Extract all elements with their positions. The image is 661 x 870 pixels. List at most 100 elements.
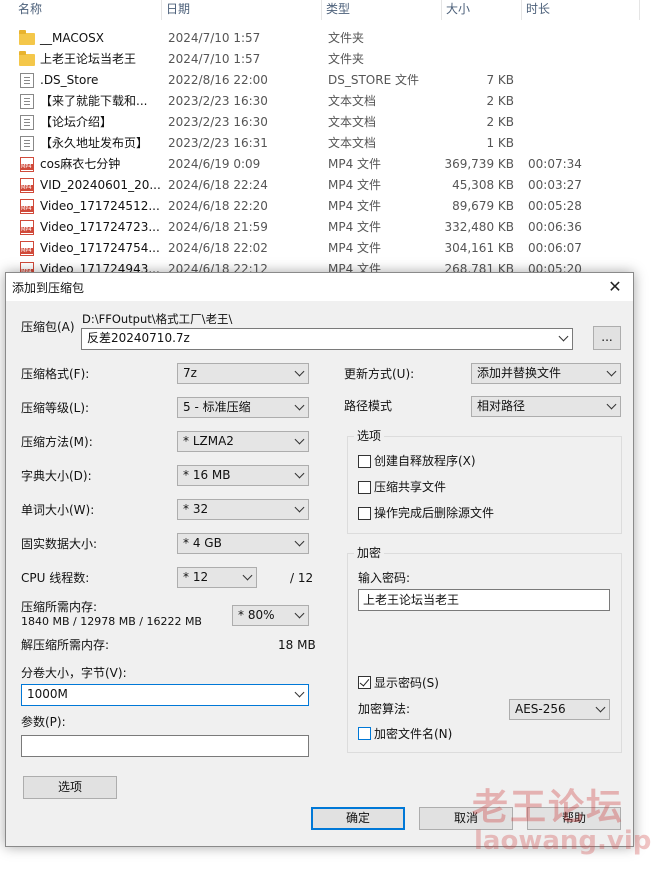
word-value: * 32 [183,502,209,516]
file-name: VID_20240601_20... [40,178,161,192]
ok-button[interactable]: 确定 [311,807,405,830]
encryption-method-label: 加密算法: [358,702,411,716]
file-duration: 00:07:34 [528,157,582,171]
column-header-type[interactable]: 类型 [322,0,442,20]
solid-label: 固实数据大小: [21,537,98,551]
mp4-icon [20,157,34,172]
chevron-down-icon [242,570,253,581]
file-row[interactable]: __MACOSX 2024/7/10 1:57 文件夹 [0,28,661,49]
file-size: 7 KB [486,73,514,87]
document-icon [20,94,34,109]
file-name: Video_171724754... [40,241,160,255]
file-type: MP4 文件 [328,199,382,213]
file-row[interactable]: Video_171724512... 2024/6/18 22:20 MP4 文件 8… [0,196,661,217]
chevron-down-icon [294,502,305,513]
chevron-down-icon [294,536,305,547]
method-label: 压缩方法(M): [21,435,93,449]
archive-name-combo[interactable]: 反差20240710.7z [81,328,573,350]
file-type: 文本文档 [328,94,377,108]
create-sfx-label: 创建自释放程序(X) [374,454,476,468]
chevron-down-icon [606,399,617,410]
show-password-checkbox[interactable] [358,676,371,689]
file-row[interactable]: 【来了就能下载和... 2023/2/23 16:30 文本文档 2 KB [0,91,661,112]
file-name: 上老王论坛当老王 [40,52,137,66]
column-header-size[interactable]: 大小 [442,0,522,20]
mp4-icon [20,199,34,214]
solid-value: * 4 GB [183,536,222,550]
file-size: 2 KB [486,94,514,108]
params-label: 参数(P): [21,715,66,729]
file-type: 文本文档 [328,136,377,150]
title-bar[interactable]: 添加到压缩包 ✕ [6,273,633,301]
method-value: * LZMA2 [183,434,234,448]
update-select[interactable]: 添加并替换文件 [471,363,621,384]
dict-select[interactable]: * 16 MB [177,465,309,486]
share-files-label: 压缩共享文件 [374,480,447,494]
file-date: 2024/6/18 22:02 [168,241,268,255]
encryption-method-select[interactable]: AES-256 [509,699,610,720]
file-row[interactable]: 【永久地址发布页】 2023/2/23 16:31 文本文档 1 KB [0,133,661,154]
file-date: 2022/8/16 22:00 [168,73,268,87]
options-button[interactable]: 选项 [23,776,117,799]
file-size: 369,739 KB [444,157,514,171]
share-files-checkbox[interactable] [358,481,371,494]
archive-path: D:\FFOutput\格式工厂\老王\ [82,312,233,326]
method-select[interactable]: * LZMA2 [177,431,309,452]
file-row[interactable]: Video_171724754... 2024/6/18 22:02 MP4 文件 3… [0,238,661,259]
solid-select[interactable]: * 4 GB [177,533,309,554]
folder-icon [19,30,35,45]
file-row[interactable]: VID_20240601_20... 2024/6/18 22:24 MP4 文件 4… [0,175,661,196]
password-input[interactable]: 上老王论坛当老王 [358,589,610,611]
file-row[interactable]: 【论坛介绍】 2023/2/23 16:30 文本文档 2 KB [0,112,661,133]
file-name: 【永久地址发布页】 [40,136,149,150]
chevron-down-icon [595,702,606,713]
file-row[interactable]: 上老王论坛当老王 2024/7/10 1:57 文件夹 [0,49,661,70]
column-header-name[interactable]: 名称 [14,0,162,20]
folder-icon [19,51,35,66]
word-select[interactable]: * 32 [177,499,309,520]
cpu-select[interactable]: * 12 [177,567,257,588]
file-date: 2023/2/23 16:30 [168,115,268,129]
update-label: 更新方式(U): [344,367,415,381]
file-type: MP4 文件 [328,178,382,192]
memory-select[interactable]: * 80% [232,605,309,626]
file-type: 文本文档 [328,115,377,129]
column-header-date[interactable]: 日期 [162,0,322,20]
close-button[interactable]: ✕ [603,276,627,298]
browse-button[interactable]: ... [593,326,621,350]
chevron-down-icon [294,608,305,619]
file-size: 89,679 KB [452,199,514,213]
format-select[interactable]: 7z [177,363,309,384]
params-input[interactable] [21,735,309,757]
encryption-group: 加密 输入密码: 上老王论坛当老王 显示密码(S) 加密算法: AES-256 … [347,546,622,753]
level-select[interactable]: 5 - 标准压缩 [177,397,309,418]
file-date: 2024/6/18 22:20 [168,199,268,213]
memory-detail: 1840 MB / 12978 MB / 16222 MB [21,615,202,628]
file-type: MP4 文件 [328,157,382,171]
column-header-duration[interactable]: 时长 [522,0,640,20]
create-sfx-checkbox[interactable] [358,455,371,468]
file-name: .DS_Store [40,73,99,87]
file-row[interactable]: .DS_Store 2022/8/16 22:00 DS_STORE 文件 7 KB [0,70,661,91]
volume-combo[interactable]: 1000M [21,684,309,706]
encryption-method-value: AES-256 [515,702,566,716]
mp4-icon [20,178,34,193]
chevron-down-icon [294,434,305,445]
mp4-icon [20,220,34,235]
file-type: MP4 文件 [328,241,382,255]
file-type: 文件夹 [328,52,365,66]
file-row[interactable]: Video_171724723... 2024/6/18 21:59 MP4 文件 3… [0,217,661,238]
file-name: 【论坛介绍】 [40,115,113,129]
pathmode-value: 相对路径 [477,399,526,413]
pathmode-select[interactable]: 相对路径 [471,396,621,417]
decompress-label: 解压缩所需内存: [21,638,110,652]
watermark-text: 老王论坛 [472,787,625,828]
delete-source-label: 操作完成后删除源文件 [374,506,495,520]
file-name: Video_171724512... [40,199,160,213]
file-date: 2024/7/10 1:57 [168,52,261,66]
file-size: 2 KB [486,115,514,129]
file-date: 2024/6/19 0:09 [168,157,261,171]
encrypt-names-checkbox[interactable] [358,727,371,740]
delete-source-checkbox[interactable] [358,507,371,520]
file-row[interactable]: cos麻衣七分钟 2024/6/19 0:09 MP4 文件 369,739 KB 00… [0,154,661,175]
